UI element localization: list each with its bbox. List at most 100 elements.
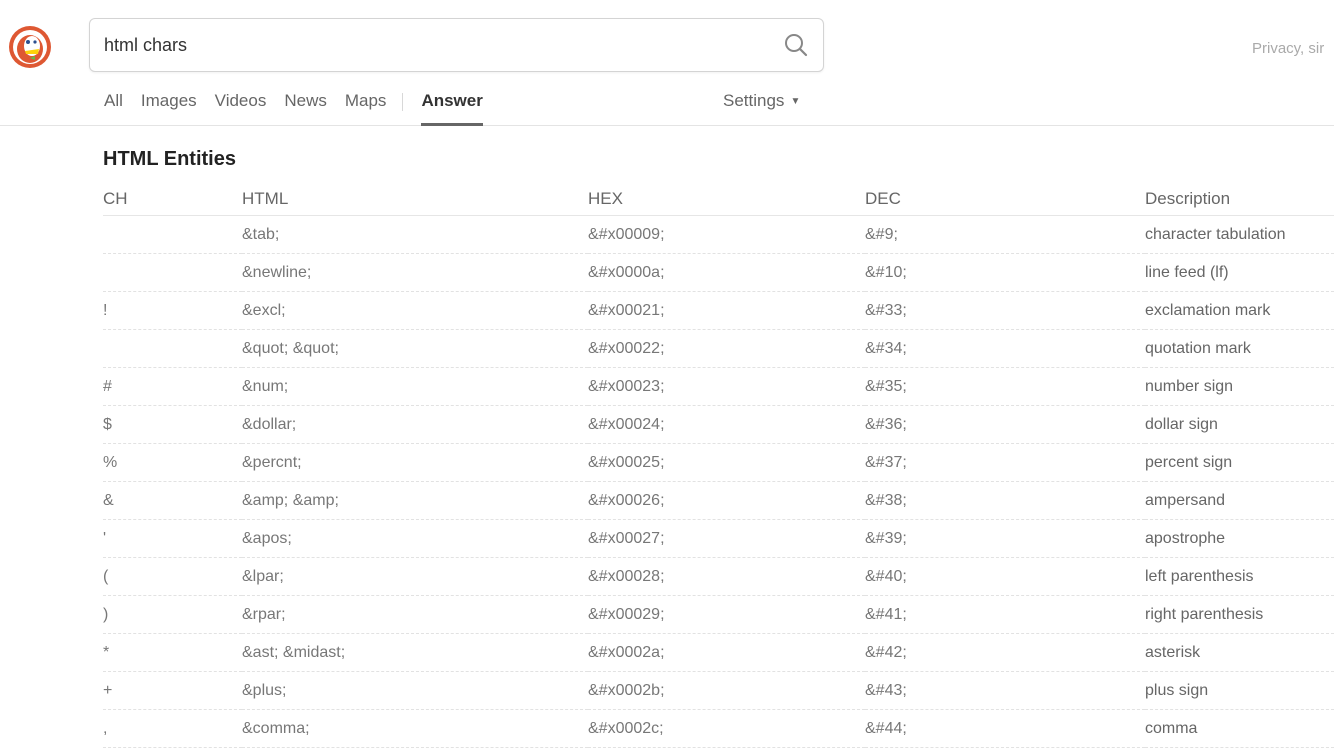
settings-label: Settings (723, 91, 785, 110)
cell-hex: &#x00024; (588, 405, 865, 444)
table-row: &tab; &#x00009; &#9; character tabulatio… (103, 215, 1334, 254)
cell-description: ampersand (1145, 481, 1334, 520)
column-header-description: Description (1145, 189, 1334, 216)
cell-ch: $ (103, 405, 242, 444)
cell-description: percent sign (1145, 443, 1334, 482)
column-header-ch: CH (103, 189, 242, 216)
cell-hex: &#x00021; (588, 291, 865, 330)
cell-ch: # (103, 367, 242, 406)
cell-html: &percnt; (242, 443, 588, 482)
cell-html: &apos; (242, 519, 588, 558)
cell-dec: &#41; (865, 595, 1145, 634)
cell-dec: &#9; (865, 215, 1145, 254)
cell-ch (103, 329, 242, 368)
cell-description: dollar sign (1145, 405, 1334, 444)
cell-ch: ! (103, 291, 242, 330)
cell-hex: &#x0000a; (588, 253, 865, 292)
cell-dec: &#34; (865, 329, 1145, 368)
cell-hex: &#x0002a; (588, 633, 865, 672)
cell-html: &num; (242, 367, 588, 406)
cell-hex: &#x00029; (588, 595, 865, 634)
tab-divider (402, 93, 404, 111)
cell-html: &tab; (242, 215, 588, 254)
cell-html: &lpar; (242, 557, 588, 596)
header: Privacy, sir All Images Videos News Maps… (0, 0, 1334, 126)
cell-description: quotation mark (1145, 329, 1334, 368)
privacy-link[interactable]: Privacy, sir (1252, 40, 1324, 57)
cell-ch: ) (103, 595, 242, 634)
cell-description: apostrophe (1145, 519, 1334, 558)
cell-ch: ( (103, 557, 242, 596)
cell-hex: &#x0002b; (588, 671, 865, 710)
column-header-hex: HEX (588, 189, 865, 216)
cell-dec: &#39; (865, 519, 1145, 558)
search-tabs: All Images Videos News Maps Answer (104, 88, 501, 126)
cell-html: &dollar; (242, 405, 588, 444)
cell-dec: &#38; (865, 481, 1145, 520)
tab-news[interactable]: News (284, 88, 327, 120)
cell-html: &comma; (242, 709, 588, 748)
cell-description: right parenthesis (1145, 595, 1334, 634)
table-row: &newline; &#x0000a; &#10; line feed (lf) (103, 253, 1334, 292)
cell-hex: &#x00009; (588, 215, 865, 254)
cell-description: line feed (lf) (1145, 253, 1334, 292)
cell-html: &quot; &quot; (242, 329, 588, 368)
cell-description: plus sign (1145, 671, 1334, 710)
entities-table: CH HTML HEX DEC Description &tab; &#x000… (103, 189, 1334, 748)
cell-ch: % (103, 443, 242, 482)
column-header-dec: DEC (865, 189, 1145, 216)
cell-ch: ' (103, 519, 242, 558)
table-row: , &comma; &#x0002c; &#44; comma (103, 709, 1334, 748)
tab-images[interactable]: Images (141, 88, 197, 120)
cell-description: exclamation mark (1145, 291, 1334, 330)
table-row: ! &excl; &#x00021; &#33; exclamation mar… (103, 291, 1334, 330)
cell-dec: &#35; (865, 367, 1145, 406)
cell-ch: * (103, 633, 242, 672)
cell-dec: &#43; (865, 671, 1145, 710)
cell-ch (103, 253, 242, 292)
duckduckgo-logo-icon[interactable] (8, 25, 52, 69)
cell-html: &newline; (242, 253, 588, 292)
cell-ch: , (103, 709, 242, 748)
caret-down-icon: ▼ (790, 96, 801, 107)
cell-dec: &#42; (865, 633, 1145, 672)
cell-dec: &#40; (865, 557, 1145, 596)
cell-hex: &#x00027; (588, 519, 865, 558)
cell-description: left parenthesis (1145, 557, 1334, 596)
search-input[interactable] (104, 28, 744, 62)
cell-html: &plus; (242, 671, 588, 710)
cell-description: comma (1145, 709, 1334, 748)
cell-ch (103, 215, 242, 254)
column-header-html: HTML (242, 189, 588, 216)
cell-description: asterisk (1145, 633, 1334, 672)
table-body: &tab; &#x00009; &#9; character tabulatio… (103, 215, 1334, 748)
cell-hex: &#x00023; (588, 367, 865, 406)
search-box (89, 18, 824, 72)
tab-answer[interactable]: Answer (421, 88, 483, 126)
table-row: * &ast; &midast; &#x0002a; &#42; asteris… (103, 633, 1334, 672)
cell-hex: &#x00026; (588, 481, 865, 520)
tab-all[interactable]: All (104, 88, 123, 120)
table-row: # &num; &#x00023; &#35; number sign (103, 367, 1334, 406)
table-header-row: CH HTML HEX DEC Description (103, 189, 1334, 216)
cell-ch: & (103, 481, 242, 520)
table-row: + &plus; &#x0002b; &#43; plus sign (103, 671, 1334, 710)
cell-ch: + (103, 671, 242, 710)
tab-maps[interactable]: Maps (345, 88, 387, 120)
cell-html: &rpar; (242, 595, 588, 634)
settings-dropdown[interactable]: Settings ▼ (723, 91, 800, 111)
table-row: ( &lpar; &#x00028; &#40; left parenthesi… (103, 557, 1334, 596)
table-row: ' &apos; &#x00027; &#39; apostrophe (103, 519, 1334, 558)
cell-dec: &#10; (865, 253, 1145, 292)
cell-dec: &#37; (865, 443, 1145, 482)
table-row: ) &rpar; &#x00029; &#41; right parenthes… (103, 595, 1334, 634)
tab-videos[interactable]: Videos (215, 88, 267, 120)
cell-html: &excl; (242, 291, 588, 330)
cell-dec: &#36; (865, 405, 1145, 444)
cell-html: &amp; &amp; (242, 481, 588, 520)
search-icon[interactable] (781, 30, 811, 60)
cell-dec: &#44; (865, 709, 1145, 748)
cell-description: character tabulation (1145, 215, 1334, 254)
cell-dec: &#33; (865, 291, 1145, 330)
table-row: % &percnt; &#x00025; &#37; percent sign (103, 443, 1334, 482)
